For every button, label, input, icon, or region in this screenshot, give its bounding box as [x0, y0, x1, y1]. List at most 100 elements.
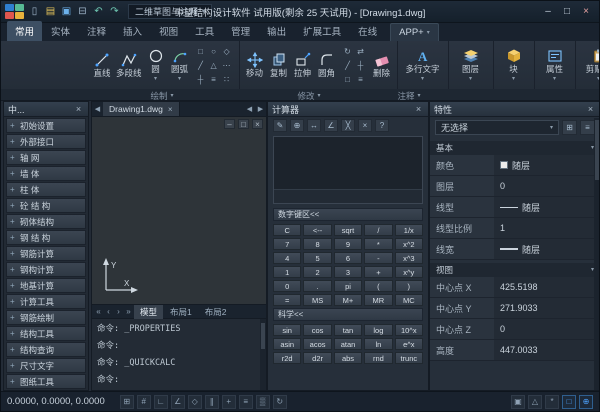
calc-key-multiply[interactable]: * — [364, 238, 392, 250]
command-scrollbar[interactable] — [260, 319, 266, 390]
copy-button[interactable]: 复制 — [267, 51, 291, 79]
calc-key-abs[interactable]: abs — [334, 352, 362, 364]
calc-key-power[interactable]: x^y — [395, 266, 423, 278]
property-row-height[interactable]: 高度 447.0033 — [430, 340, 600, 361]
mini-tool-icon[interactable]: ⇄ — [355, 45, 367, 58]
mini-tool-icon[interactable]: ○ — [208, 45, 220, 58]
calc-key-ms[interactable]: MS — [303, 294, 331, 306]
section-basic[interactable]: 基本 ▾ — [430, 141, 600, 155]
sidebar-item-structure-tools[interactable]: +结构工具 — [6, 326, 86, 341]
close-button[interactable]: × — [577, 4, 595, 19]
sidebar-item-drawing-tools[interactable]: +图纸工具 — [6, 374, 86, 389]
grid-toggle-icon[interactable]: # — [137, 395, 151, 409]
clean-screen-icon[interactable]: □ — [562, 395, 576, 409]
sidebar-item-wall[interactable]: +墙 体 — [6, 166, 86, 181]
close-icon[interactable]: × — [168, 105, 173, 114]
model-space-icon[interactable]: ▣ — [511, 395, 525, 409]
calc-history-display[interactable] — [273, 136, 423, 204]
mini-tool-icon[interactable]: ∷ — [221, 73, 233, 86]
tab-app-plus[interactable]: APP+ ▾ — [390, 23, 439, 41]
plot-icon[interactable]: ⊟ — [76, 5, 89, 19]
sidebar-item-masonry[interactable]: +砌体结构 — [6, 214, 86, 229]
calc-key-mc[interactable]: MC — [395, 294, 423, 306]
command-prompt[interactable]: 命令: — [97, 373, 256, 385]
calc-key-equals[interactable]: = — [273, 294, 301, 306]
mini-tool-icon[interactable]: □ — [342, 73, 354, 86]
calc-key-2[interactable]: 2 — [303, 266, 331, 278]
sidebar-item-external-interface[interactable]: +外部接口 — [6, 134, 86, 149]
calc-key-clear[interactable]: C — [273, 224, 301, 236]
calc-key-9[interactable]: 9 — [334, 238, 362, 250]
osnap-toggle-icon[interactable]: ◇ — [188, 395, 202, 409]
layer-button[interactable]: 图层 ▾ — [452, 47, 490, 82]
mini-tool-icon[interactable]: □ — [195, 45, 207, 58]
calc-key-8[interactable]: 8 — [303, 238, 331, 250]
sidebar-item-steel[interactable]: +钢 结 构 — [6, 230, 86, 245]
redo-icon[interactable]: ↷ — [108, 5, 121, 19]
mini-tool-icon[interactable]: ≡ — [355, 73, 367, 86]
calc-key-square[interactable]: x^2 — [395, 238, 423, 250]
otrack-toggle-icon[interactable]: ∥ — [205, 395, 219, 409]
dyn-input-toggle-icon[interactable]: + — [222, 395, 236, 409]
drawing-canvas[interactable]: – □ × Y X — [91, 116, 267, 305]
calc-key-acos[interactable]: acos — [303, 338, 331, 350]
calc-key-mplus[interactable]: M+ — [334, 294, 362, 306]
save-icon[interactable]: ▣ — [60, 5, 73, 19]
calc-key-atan[interactable]: atan — [334, 338, 362, 350]
calc-key-rnd[interactable]: rnd — [364, 352, 392, 364]
calc-key-pi[interactable]: pi — [334, 280, 362, 292]
polar-toggle-icon[interactable]: ∠ — [171, 395, 185, 409]
distance-icon[interactable]: ↔ — [307, 119, 321, 132]
mini-tool-icon[interactable]: ┼ — [355, 59, 367, 72]
transparency-toggle-icon[interactable]: ▒ — [256, 395, 270, 409]
help-icon[interactable]: ? — [375, 119, 389, 132]
tab-express-tools[interactable]: 扩展工具 — [295, 21, 349, 41]
tab-manage[interactable]: 管理 — [223, 21, 258, 41]
calc-key-asin[interactable]: asin — [273, 338, 301, 350]
calc-key-sqrt[interactable]: sqrt — [334, 224, 362, 236]
tab-scroll-left-icon[interactable]: ◀ — [244, 105, 255, 113]
line-button[interactable]: 直线 — [90, 51, 114, 79]
calc-key-backspace[interactable]: <-- — [303, 224, 331, 236]
property-value[interactable]: 447.0033 — [494, 340, 600, 360]
calc-key-minus[interactable]: - — [364, 252, 392, 264]
sidebar-item-steel-calc[interactable]: +钢构计算 — [6, 262, 86, 277]
tab-model[interactable]: 模型 — [134, 305, 163, 319]
last-layout-icon[interactable]: » — [124, 307, 133, 316]
calc-key-plus[interactable]: + — [364, 266, 392, 278]
maximize-button[interactable]: □ — [558, 4, 576, 19]
calc-key-1[interactable]: 1 — [273, 266, 301, 278]
clipboard-button[interactable]: 剪贴板 ▾ — [579, 47, 600, 82]
tab-layout1[interactable]: 布局1 — [164, 305, 198, 319]
tab-output[interactable]: 输出 — [259, 21, 294, 41]
ortho-toggle-icon[interactable]: ∟ — [154, 395, 168, 409]
minimize-button[interactable]: – — [539, 4, 557, 19]
scientific-section-header[interactable]: 科学<< — [273, 308, 423, 321]
calc-key-open-paren[interactable]: ( — [364, 280, 392, 292]
mini-tool-icon[interactable]: ╱ — [195, 59, 207, 72]
calc-key-d2r[interactable]: d2r — [303, 352, 331, 364]
close-icon[interactable]: × — [413, 104, 424, 114]
property-row-layer[interactable]: 图层 0 — [430, 176, 600, 197]
property-value[interactable]: 0 — [494, 319, 600, 339]
section-view[interactable]: 视图 ▾ — [430, 263, 600, 277]
calc-key-5[interactable]: 5 — [303, 252, 331, 264]
zoom-tool-icon[interactable]: ⊕ — [579, 395, 593, 409]
stretch-button[interactable]: 拉伸 — [291, 51, 315, 79]
calc-key-4[interactable]: 4 — [273, 252, 301, 264]
tab-layout2[interactable]: 布局2 — [199, 305, 233, 319]
mini-tool-icon[interactable]: ⋯ — [221, 59, 233, 72]
close-icon[interactable]: × — [73, 104, 84, 114]
property-value[interactable]: 271.9033 — [494, 298, 600, 318]
calc-key-3[interactable]: 3 — [334, 266, 362, 278]
mini-tool-icon[interactable]: ┼ — [195, 73, 207, 86]
intersection-icon[interactable]: ╳ — [341, 119, 355, 132]
property-value[interactable]: 随层 — [494, 197, 600, 217]
sidebar-item-dimension-text[interactable]: +尺寸文字 — [6, 358, 86, 373]
property-row-linetype-scale[interactable]: 线型比例 1 — [430, 218, 600, 239]
selection-dropdown[interactable]: 无选择 ▾ — [435, 120, 559, 135]
calc-key-close-paren[interactable]: ) — [395, 280, 423, 292]
tab-view[interactable]: 视图 — [151, 21, 186, 41]
property-value[interactable]: 随层 — [494, 239, 600, 259]
move-button[interactable]: 移动 — [243, 51, 267, 79]
